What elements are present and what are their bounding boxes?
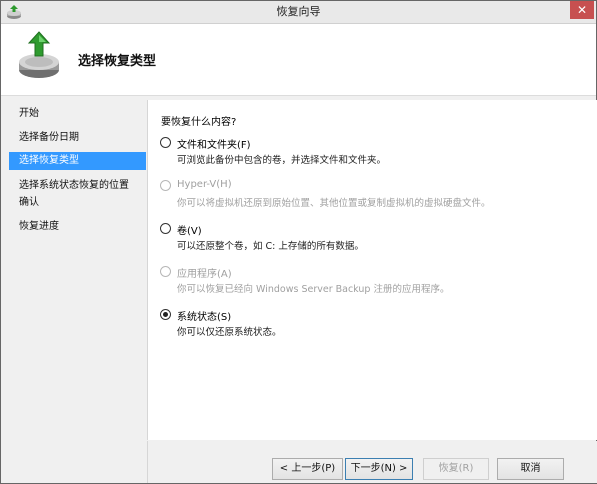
step-select-recovery-type: 选择恢复类型: [9, 152, 146, 170]
option-description: 可浏览此备份中包含的卷，并选择文件和文件夹。: [177, 155, 387, 166]
next-button[interactable]: 下一步(N) >: [345, 458, 413, 480]
cancel-button[interactable]: 取消: [497, 458, 564, 480]
option-label[interactable]: 系统状态(S): [177, 308, 231, 323]
wizard-steps: 开始 选择备份日期 选择恢复类型 选择系统状态恢复的位置 确认 恢复进度: [9, 100, 147, 483]
radio-system-state[interactable]: [160, 309, 171, 320]
recovery-wizard-window: 恢复向导 ✕ 选择恢复类型 开始 选择备份日期 选择恢复类型 选择系统状态恢复的…: [0, 0, 597, 484]
option-label: 应用程序(A): [177, 269, 232, 280]
option-description: 可以还原整个卷，如 C: 上存储的所有数据。: [177, 241, 364, 252]
radio-volume[interactable]: [160, 223, 171, 234]
radio-applications: [160, 266, 171, 277]
step-select-system-state-location: 选择系统状态恢复的位置: [19, 180, 129, 191]
radio-files-folders[interactable]: [160, 137, 171, 148]
radio-hyper-v: [160, 180, 171, 191]
page-title: 选择恢复类型: [78, 54, 157, 69]
recover-button: 恢复(R): [423, 458, 489, 480]
option-label[interactable]: 文件和文件夹(F): [177, 136, 251, 151]
option-label: Hyper-V(H): [177, 179, 232, 190]
content-panel: 要恢复什么内容? 文件和文件夹(F) 可浏览此备份中包含的卷，并选择文件和文件夹…: [147, 100, 597, 440]
wizard-header: 选择恢复类型: [1, 24, 596, 96]
wizard-footer: < 上一步(P) 下一步(N) > 恢复(R) 取消: [147, 441, 597, 483]
option-label[interactable]: 卷(V): [177, 222, 202, 237]
step-select-backup-date: 选择备份日期: [19, 132, 79, 143]
step-start: 开始: [19, 108, 39, 119]
title-bar[interactable]: 恢复向导 ✕: [1, 1, 596, 24]
option-description: 你可以仅还原系统状态。: [177, 327, 282, 338]
option-description: 你可以将虚拟机还原到原始位置、其他位置或复制虚拟机的虚拟硬盘文件。: [177, 198, 491, 209]
back-button[interactable]: < 上一步(P): [272, 458, 343, 480]
backup-restore-icon: [19, 31, 59, 78]
window-title: 恢复向导: [276, 5, 321, 18]
step-recovery-progress: 恢复进度: [19, 221, 59, 232]
close-button[interactable]: ✕: [570, 1, 594, 19]
recovery-question: 要恢复什么内容?: [161, 117, 237, 128]
step-confirm: 确认: [19, 197, 39, 208]
option-description: 你可以恢复已经向 Windows Server Backup 注册的应用程序。: [177, 284, 450, 295]
